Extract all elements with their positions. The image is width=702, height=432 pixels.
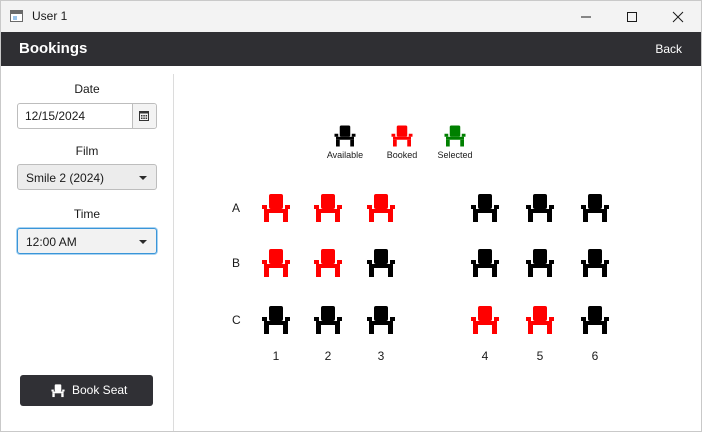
seat-icon [372, 124, 432, 148]
chevron-down-icon [139, 176, 147, 180]
column-label: 6 [591, 349, 599, 363]
legend-label: Available [326, 150, 364, 160]
calendar-icon [139, 111, 149, 121]
time-select-value: 12:00 AM [26, 235, 77, 249]
legend-label: Booked [386, 150, 418, 160]
film-label: Film [75, 144, 99, 158]
minimize-icon [581, 16, 591, 18]
app-window: User 1 Bookings Back Date 12/15/2024 Fil… [0, 0, 702, 432]
row-label: B [232, 256, 241, 270]
seat-B1 [260, 247, 292, 279]
seat-A6[interactable] [579, 192, 611, 224]
title-bar: User 1 [1, 1, 701, 32]
legend-label: Selected [437, 150, 473, 160]
time-label: Time [73, 207, 101, 221]
date-input[interactable] [18, 104, 134, 128]
calendar-button[interactable] [132, 104, 156, 128]
legend-item-selected: Selected [425, 124, 485, 160]
seat-C4 [469, 304, 501, 336]
window-title: User 1 [32, 9, 68, 23]
seat-B3[interactable] [365, 247, 397, 279]
row-label: C [232, 313, 241, 327]
time-select[interactable]: 12:00 AM [17, 228, 157, 254]
seat-C5 [524, 304, 556, 336]
film-select[interactable]: Smile 2 (2024) [17, 164, 157, 190]
app-header: Bookings Back [1, 32, 701, 66]
seat-C2[interactable] [312, 304, 344, 336]
seat-B4[interactable] [469, 247, 501, 279]
book-seat-label: Book Seat [72, 383, 128, 397]
seat-B6[interactable] [579, 247, 611, 279]
booking-form: Date Film Smile 2 (2024) Time 12:00 AM [1, 66, 173, 431]
film-select-value: Smile 2 (2024) [26, 171, 105, 185]
back-button[interactable]: Back [655, 42, 682, 56]
column-label: 2 [324, 349, 332, 363]
chevron-down-icon [139, 240, 147, 244]
legend-item-booked: Booked [372, 124, 432, 160]
maximize-icon [627, 12, 637, 22]
column-label: 3 [377, 349, 385, 363]
column-label: 1 [272, 349, 280, 363]
maximize-button[interactable] [609, 1, 655, 32]
app-icon [10, 10, 23, 22]
column-label: 4 [481, 349, 489, 363]
seat-C6[interactable] [579, 304, 611, 336]
date-label: Date [74, 82, 100, 96]
seat-map: Available Booked Selected A B C 1 2 3 4 5 6 [174, 66, 701, 431]
legend-item-available: Available [315, 124, 375, 160]
seat-C3[interactable] [365, 304, 397, 336]
seat-A5[interactable] [524, 192, 556, 224]
seat-icon [51, 384, 65, 398]
minimize-button[interactable] [563, 1, 609, 32]
seat-A4[interactable] [469, 192, 501, 224]
seat-A2 [312, 192, 344, 224]
close-button[interactable] [655, 1, 701, 32]
row-label: A [232, 201, 241, 215]
page-title: Bookings [19, 40, 88, 57]
date-picker[interactable] [17, 103, 157, 129]
seat-B5[interactable] [524, 247, 556, 279]
book-seat-button[interactable]: Book Seat [20, 375, 153, 406]
seat-icon [425, 124, 485, 148]
seat-A3 [365, 192, 397, 224]
seat-icon [315, 124, 375, 148]
seat-B2 [312, 247, 344, 279]
column-label: 5 [536, 349, 544, 363]
seat-C1[interactable] [260, 304, 292, 336]
close-icon [672, 11, 684, 23]
seat-A1 [260, 192, 292, 224]
